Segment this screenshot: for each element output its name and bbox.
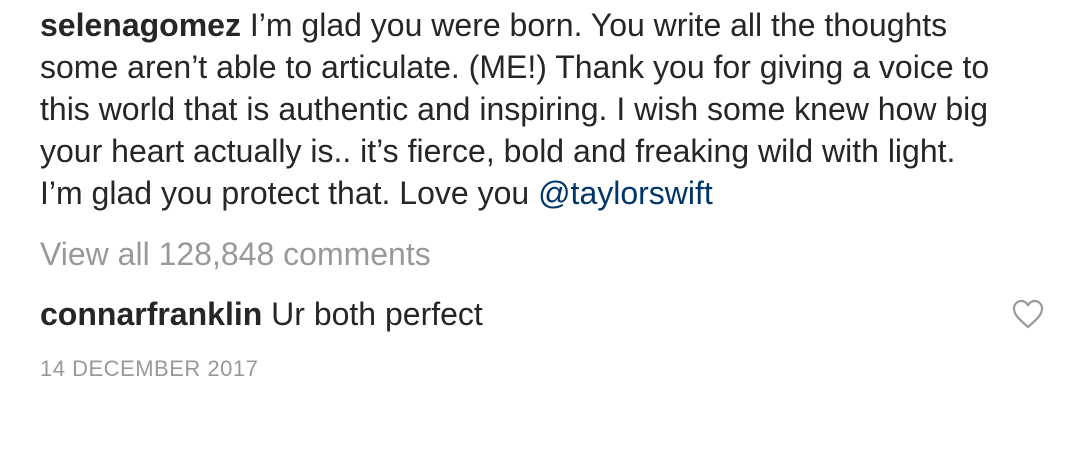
caption-author-link[interactable]: selenagomez (40, 7, 241, 43)
post-container: selenagomez I’m glad you were born. You … (40, 0, 1044, 384)
view-all-comments-link[interactable]: View all 128,848 comments (40, 234, 1040, 274)
comment-author-link[interactable]: connarfranklin (40, 296, 262, 332)
heart-icon[interactable] (1012, 298, 1044, 329)
post-caption: selenagomez I’m glad you were born. You … (40, 4, 1000, 214)
comment-text: Ur both perfect (271, 296, 483, 332)
caption-mention-link[interactable]: @taylorswift (538, 175, 713, 211)
comment-item: connarfranklin Ur both perfect (40, 294, 1044, 334)
post-timestamp: 14 DECEMBER 2017 (40, 356, 259, 381)
